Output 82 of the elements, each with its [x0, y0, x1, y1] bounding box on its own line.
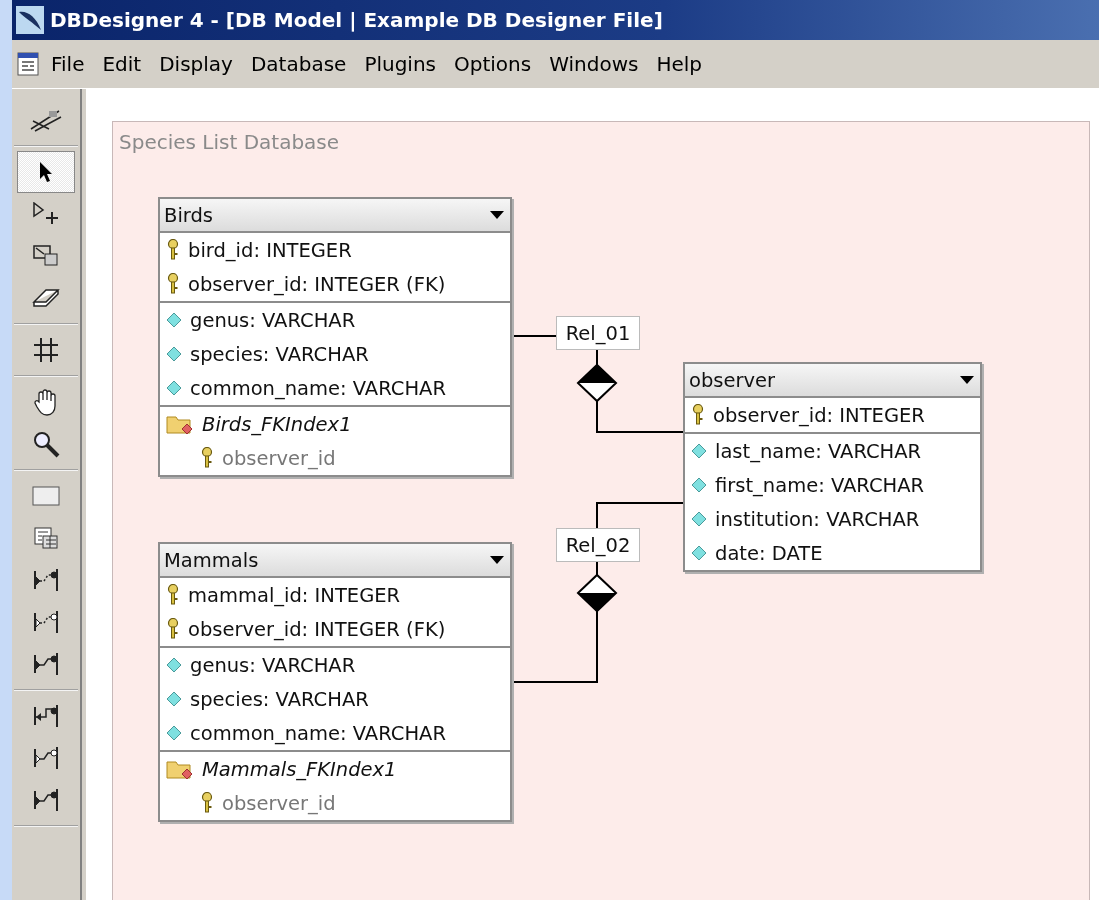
document-icon: [16, 51, 42, 77]
table-entity[interactable]: Birds bird_id: INTEGER observer_id: INTEGER (FK) genus: VARCHAR species: VARCHAR common_name: VARCHAR Birds_FKIndex1 observer_id: [158, 197, 512, 477]
diamond-icon: [166, 691, 182, 707]
attribute-column: genus: VARCHAR: [190, 653, 356, 677]
attribute-column: institution: VARCHAR: [715, 507, 920, 531]
pointer-icon: [38, 161, 54, 183]
resize-icon: [33, 245, 59, 267]
diamond-icon: [691, 443, 707, 459]
menu-item[interactable]: Plugins: [355, 52, 445, 76]
relation-icon: [32, 651, 60, 677]
index-name: Mammals_FKIndex1: [202, 757, 397, 781]
search-icon: [32, 430, 60, 458]
menu-item[interactable]: Edit: [93, 52, 151, 76]
table-name: Mammals: [164, 548, 259, 572]
table-name: observer: [689, 368, 776, 392]
index-name: Birds_FKIndex1: [202, 412, 352, 436]
menu-item[interactable]: File: [42, 52, 94, 76]
key-column: mammal_id: INTEGER: [188, 583, 401, 607]
menu-item[interactable]: Options: [445, 52, 541, 76]
menu-item[interactable]: Windows: [540, 52, 648, 76]
diamond-icon: [576, 573, 618, 613]
relation-icon: [32, 745, 60, 771]
attribute-column: genus: VARCHAR: [190, 308, 356, 332]
key-icon: [166, 584, 180, 606]
app-icon: [16, 6, 44, 34]
table-icon: [34, 527, 58, 549]
table-entity[interactable]: Mammals mammal_id: INTEGER observer_id: INTEGER (FK) genus: VARCHAR species: VARCHAR common_name: VARCHAR Mammals_FKIndex1 observer_id: [158, 542, 512, 822]
caret-icon[interactable]: [490, 556, 504, 564]
folder-icon: [166, 758, 194, 780]
relation-label[interactable]: Rel_02: [556, 528, 640, 562]
connector-line: [596, 349, 598, 366]
window-title: DBDesigner 4 - [DB Model | Example DB Designer File]: [50, 8, 663, 32]
relation-label[interactable]: Rel_01: [556, 316, 640, 350]
pencil-icon: [29, 107, 63, 133]
diamond-icon: [691, 511, 707, 527]
diamond-icon: [166, 725, 182, 741]
folder-icon: [166, 413, 194, 435]
key-column: observer_id: INTEGER (FK): [188, 617, 446, 641]
attribute-column: common_name: VARCHAR: [190, 721, 446, 745]
key-column: observer_id: INTEGER: [713, 403, 925, 427]
diamond-icon: [166, 657, 182, 673]
diamond-icon: [691, 545, 707, 561]
diamond-icon: [166, 312, 182, 328]
tool-button[interactable]: [17, 151, 75, 193]
menu-item[interactable]: Help: [647, 52, 712, 76]
attribute-column: species: VARCHAR: [190, 687, 369, 711]
table-icon: [32, 486, 60, 506]
key-icon: [200, 447, 214, 469]
table-entity[interactable]: observer observer_id: INTEGER last_name: VARCHAR first_name: VARCHAR institution: VARCHAR date: DATE: [683, 362, 982, 572]
diamond-icon: [691, 477, 707, 493]
move-icon: [32, 202, 60, 226]
diamond-icon: [576, 363, 618, 403]
attribute-column: last_name: VARCHAR: [715, 439, 922, 463]
diamond-icon: [166, 380, 182, 396]
key-column: bird_id: INTEGER: [188, 238, 352, 262]
index-column: observer_id: [222, 791, 336, 815]
grid-icon: [33, 337, 59, 363]
relation-icon: [32, 703, 60, 729]
caret-icon[interactable]: [960, 376, 974, 384]
key-icon: [200, 792, 214, 814]
key-column: observer_id: INTEGER (FK): [188, 272, 446, 296]
index-column: observer_id: [222, 446, 336, 470]
attribute-column: common_name: VARCHAR: [190, 376, 446, 400]
table-name: Birds: [164, 203, 213, 227]
caret-icon[interactable]: [490, 211, 504, 219]
key-icon: [166, 273, 180, 295]
diamond-icon: [166, 346, 182, 362]
menu-item[interactable]: Display: [150, 52, 242, 76]
relation-icon: [32, 787, 60, 813]
eraser-icon: [32, 288, 60, 308]
relation-icon: [32, 567, 60, 593]
hand-icon: [33, 388, 59, 416]
key-icon: [691, 404, 705, 426]
key-icon: [166, 618, 180, 640]
key-icon: [166, 239, 180, 261]
attribute-column: first_name: VARCHAR: [715, 473, 925, 497]
attribute-column: species: VARCHAR: [190, 342, 369, 366]
attribute-column: date: DATE: [715, 541, 823, 565]
menu-item[interactable]: Database: [241, 52, 356, 76]
region-title: Species List Database: [119, 130, 340, 154]
connector-line: [596, 561, 598, 576]
relation-icon: [32, 609, 60, 635]
